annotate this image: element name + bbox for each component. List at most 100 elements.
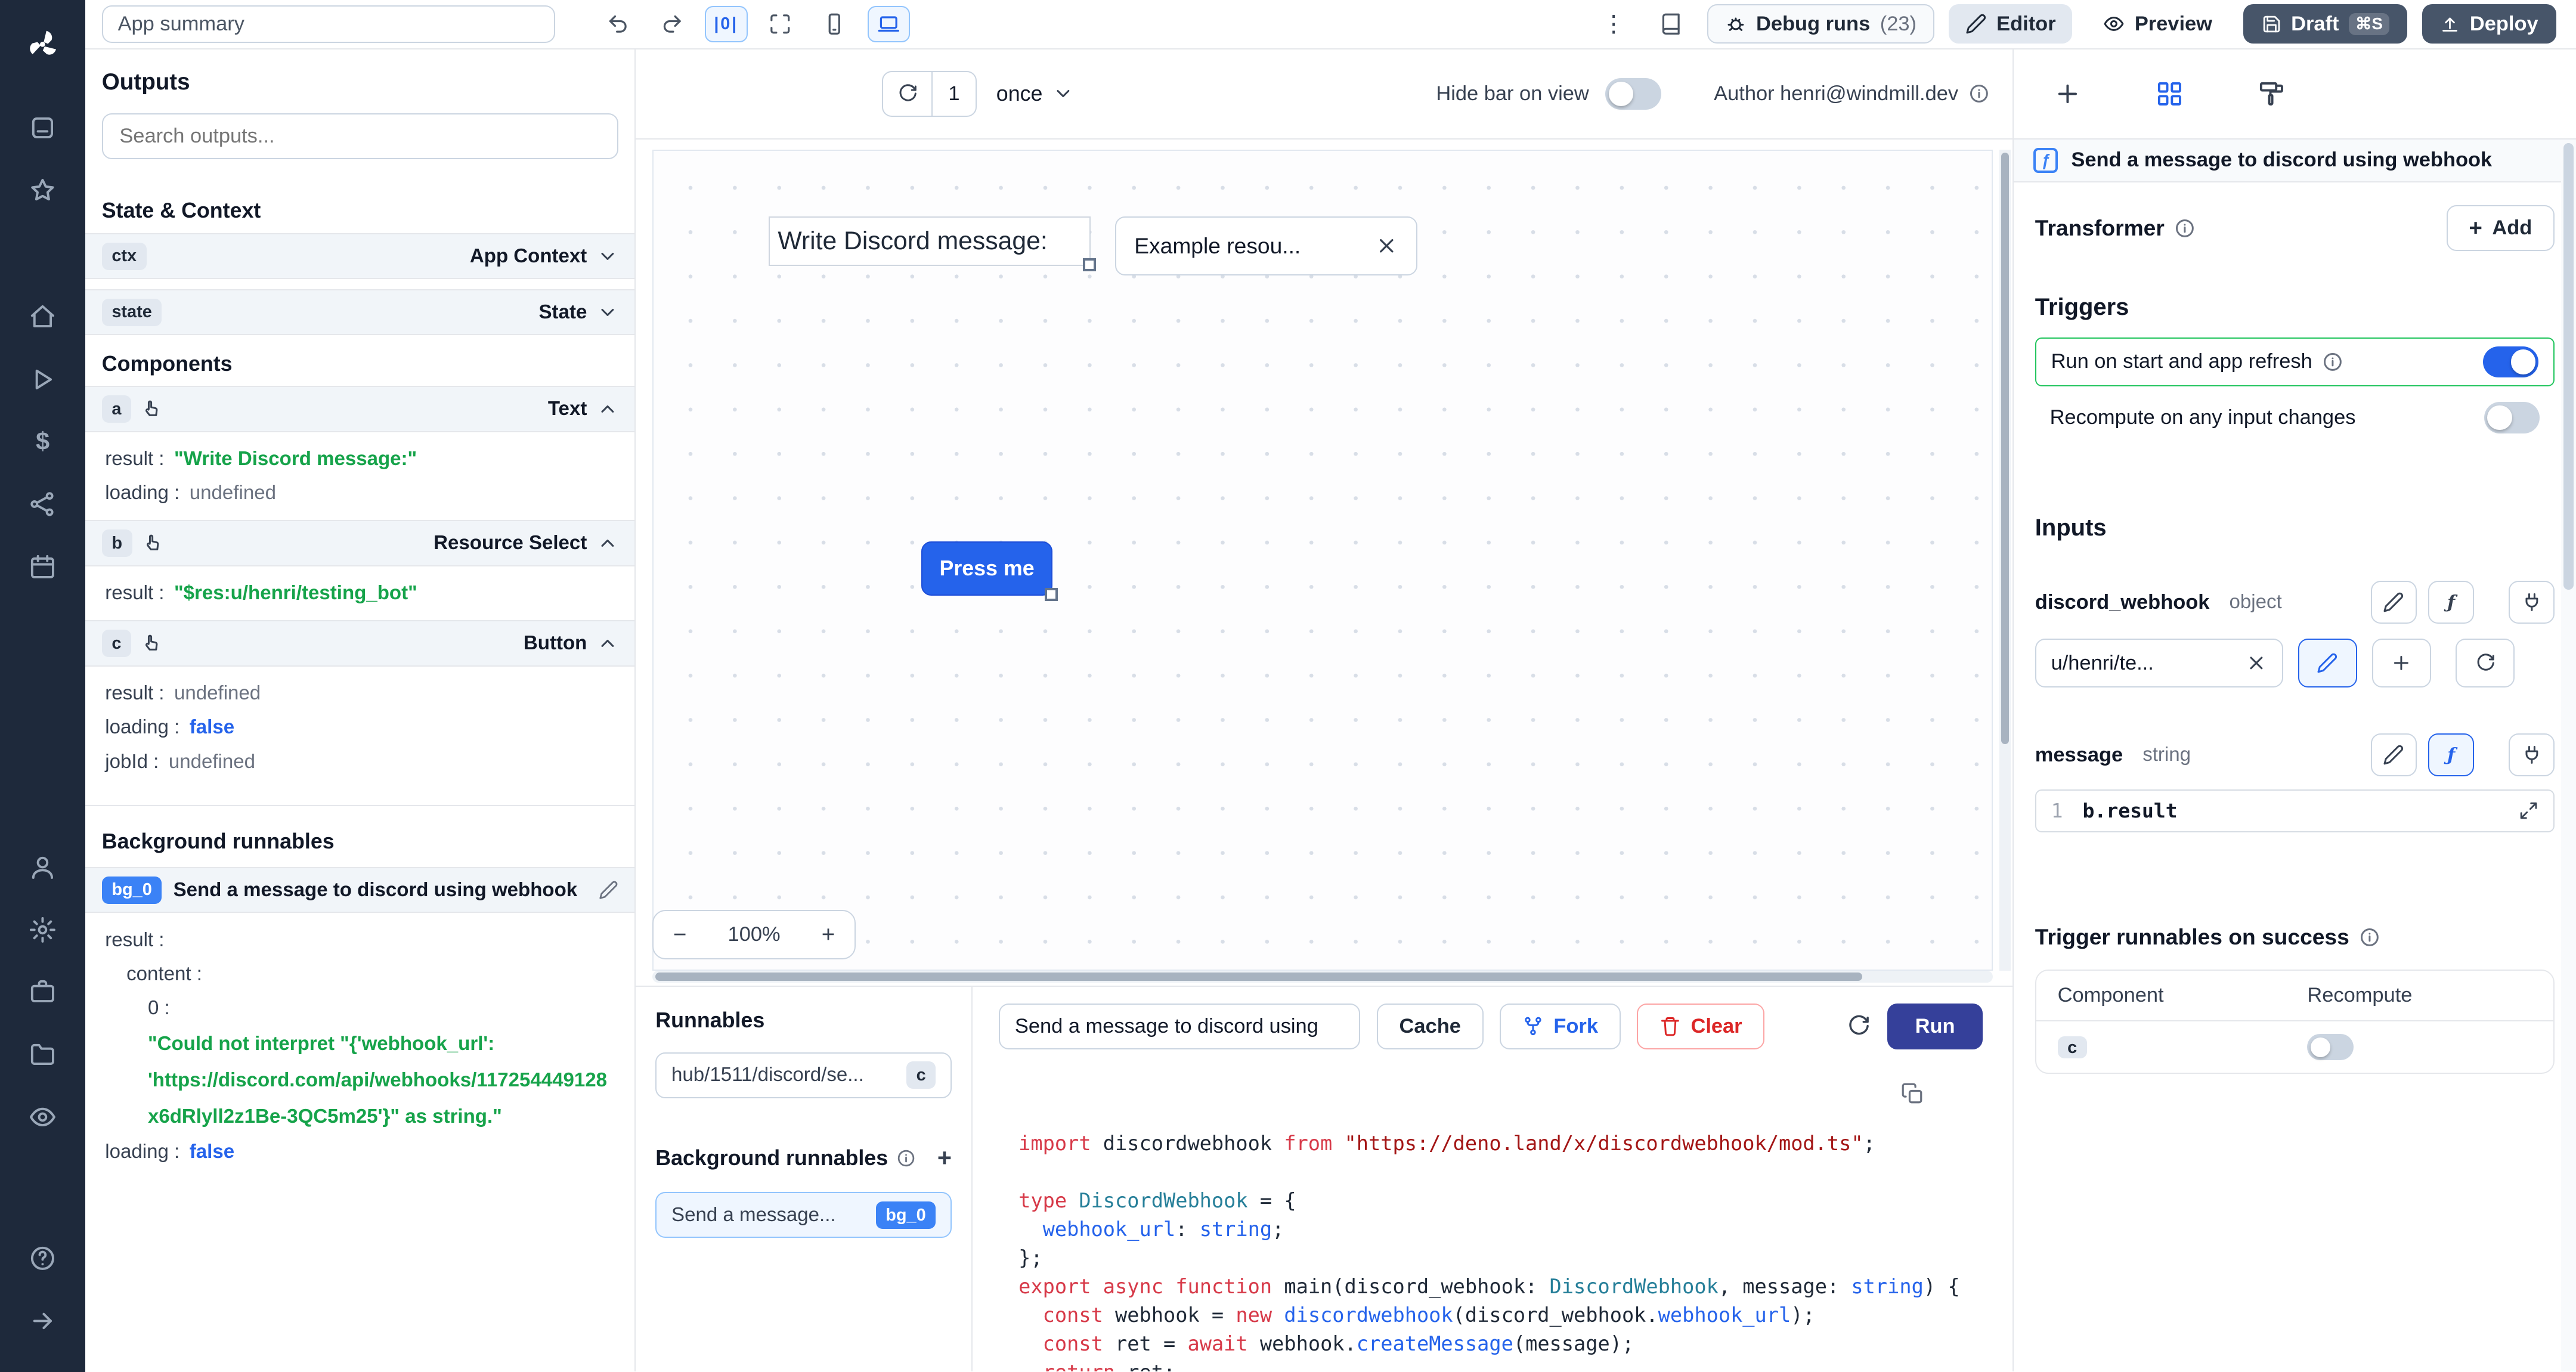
resize-handle[interactable]	[1045, 588, 1058, 602]
code-toggle-icon[interactable]: ƒ	[2428, 581, 2475, 624]
add-transformer-button[interactable]: + Add	[2446, 205, 2555, 252]
hide-bar-toggle[interactable]	[1605, 78, 1661, 110]
refresh-count-group[interactable]: 1	[882, 70, 977, 117]
add-background-runnable-button[interactable]: +	[937, 1144, 952, 1172]
resize-handle[interactable]	[1082, 258, 1096, 271]
toggle-left-panel-icon[interactable]: |0|	[704, 6, 748, 42]
state-context-title: State & Context	[101, 199, 261, 223]
info-icon[interactable]	[1968, 83, 1990, 104]
favorites-star-icon[interactable]	[23, 171, 63, 210]
zoom-in-button[interactable]: +	[822, 922, 835, 948]
output-row-bg0[interactable]: bg_0 Send a message to discord using web…	[85, 866, 635, 913]
resource-select-value: Example resou...	[1134, 233, 1301, 258]
search-outputs-input[interactable]	[101, 113, 618, 160]
vertical-scrollbar[interactable]	[1999, 149, 2011, 971]
runs-icon[interactable]	[23, 360, 63, 399]
clear-button[interactable]: Clear	[1637, 1003, 1765, 1049]
button-component[interactable]: Press me	[921, 541, 1058, 602]
chevron-up-icon[interactable]	[597, 398, 618, 420]
field-message: message string ƒ	[2035, 733, 2555, 777]
schedules-icon[interactable]	[23, 547, 63, 586]
chevron-up-icon[interactable]	[597, 532, 618, 554]
connect-plug-icon[interactable]	[2509, 733, 2555, 777]
connect-plug-icon[interactable]	[2509, 581, 2555, 624]
text-component[interactable]: Write Discord message:	[768, 216, 1096, 271]
runnable-item-bg0[interactable]: Send a message... bg_0	[655, 1192, 952, 1238]
settings-gear-icon[interactable]	[23, 910, 63, 949]
output-row-ctx[interactable]: ctx App Context	[85, 233, 635, 280]
resources-icon[interactable]	[23, 485, 63, 524]
resource-picker-input[interactable]: u/henri/te...	[2035, 638, 2283, 688]
app-summary-input[interactable]	[101, 5, 556, 43]
clear-x-icon[interactable]	[2246, 652, 2267, 674]
mobile-view-icon[interactable]	[813, 6, 856, 42]
help-icon[interactable]	[23, 1238, 63, 1278]
edit-pencil-icon[interactable]	[2370, 581, 2417, 624]
deploy-button[interactable]: Deploy	[2422, 4, 2556, 44]
info-icon[interactable]	[2174, 218, 2196, 239]
settings-components-tab[interactable]	[2151, 76, 2188, 112]
run-button[interactable]: Run	[1887, 1003, 1983, 1049]
apps-icon[interactable]	[23, 109, 63, 148]
transformer-label: Transformer	[2035, 215, 2196, 241]
user-icon[interactable]	[23, 847, 63, 887]
styling-tab[interactable]	[2253, 76, 2290, 112]
fullscreen-icon[interactable]	[759, 6, 802, 42]
variables-icon[interactable]: $	[23, 422, 63, 462]
expand-icon[interactable]	[2519, 801, 2538, 820]
refresh-icon[interactable]	[2456, 638, 2515, 688]
output-row-state[interactable]: state State	[85, 289, 635, 336]
clear-x-icon[interactable]	[1375, 234, 1398, 258]
schedule-dropdown[interactable]: once	[996, 82, 1074, 106]
info-icon[interactable]	[2322, 351, 2343, 373]
save-icon	[2263, 16, 2280, 33]
chevron-down-icon[interactable]	[597, 246, 618, 267]
output-row-component-a[interactable]: a Text	[85, 386, 635, 432]
row-recompute-toggle[interactable]	[2307, 1034, 2354, 1061]
redo-icon[interactable]	[651, 6, 693, 42]
home-icon[interactable]	[23, 298, 63, 337]
app-canvas[interactable]: Write Discord message: Example resou... …	[652, 149, 1993, 971]
chevron-down-icon[interactable]	[597, 302, 618, 323]
insert-component-tab[interactable]	[2050, 76, 2086, 112]
refresh-icon[interactable]	[883, 72, 933, 116]
edit-pencil-icon[interactable]	[2298, 638, 2357, 688]
collapse-sidebar-icon[interactable]	[23, 1301, 63, 1340]
horizontal-scrollbar[interactable]	[652, 971, 1993, 983]
chevron-up-icon[interactable]	[597, 633, 618, 654]
recompute-toggle[interactable]	[2484, 402, 2540, 433]
expression-editor[interactable]: 1 b.result	[2035, 789, 2555, 832]
undo-icon[interactable]	[596, 6, 639, 42]
add-resource-icon[interactable]	[2371, 638, 2431, 688]
output-row-component-b[interactable]: b Resource Select	[85, 520, 635, 566]
run-on-start-toggle[interactable]	[2482, 346, 2539, 378]
audit-eye-icon[interactable]	[23, 1097, 63, 1136]
desktop-view-icon[interactable]	[867, 6, 911, 42]
edit-pencil-icon[interactable]	[599, 880, 618, 900]
code-editor[interactable]: import discordwebhook from "https://deno…	[973, 1063, 2012, 1371]
windmill-logo-icon[interactable]	[23, 24, 63, 64]
info-icon[interactable]	[2359, 927, 2380, 948]
folders-icon[interactable]	[23, 1035, 63, 1074]
refresh-icon[interactable]	[1846, 1014, 1871, 1038]
editor-tab-button[interactable]: Editor	[1949, 4, 2073, 44]
right-panel-scrollbar[interactable]	[2561, 140, 2576, 1372]
copy-code-icon[interactable]	[1901, 1082, 1924, 1105]
canvas-toolbar-right: Hide bar on view Author henri@windmill.d…	[1436, 78, 1990, 110]
draft-button[interactable]: Draft ⌘S	[2243, 4, 2408, 44]
runnable-item-hub[interactable]: hub/1511/discord/se... c	[655, 1052, 952, 1099]
resource-select-component[interactable]: Example resou...	[1114, 216, 1417, 276]
workers-briefcase-icon[interactable]	[23, 973, 63, 1012]
preview-tab-button[interactable]: Preview	[2087, 4, 2229, 44]
docs-book-icon[interactable]	[1650, 6, 1693, 42]
more-menu-icon[interactable]: ⋮	[1592, 6, 1635, 42]
edit-pencil-icon[interactable]	[2370, 733, 2417, 777]
output-row-component-c[interactable]: c Button	[85, 620, 635, 667]
code-toggle-icon[interactable]: ƒ	[2428, 733, 2475, 777]
debug-runs-button[interactable]: Debug runs (23)	[1707, 4, 1934, 44]
info-icon[interactable]	[896, 1148, 916, 1168]
fork-button[interactable]: Fork	[1500, 1003, 1621, 1049]
cache-button[interactable]: Cache	[1376, 1003, 1484, 1049]
runnable-name-input[interactable]	[999, 1003, 1361, 1049]
zoom-out-button[interactable]: −	[673, 922, 687, 948]
